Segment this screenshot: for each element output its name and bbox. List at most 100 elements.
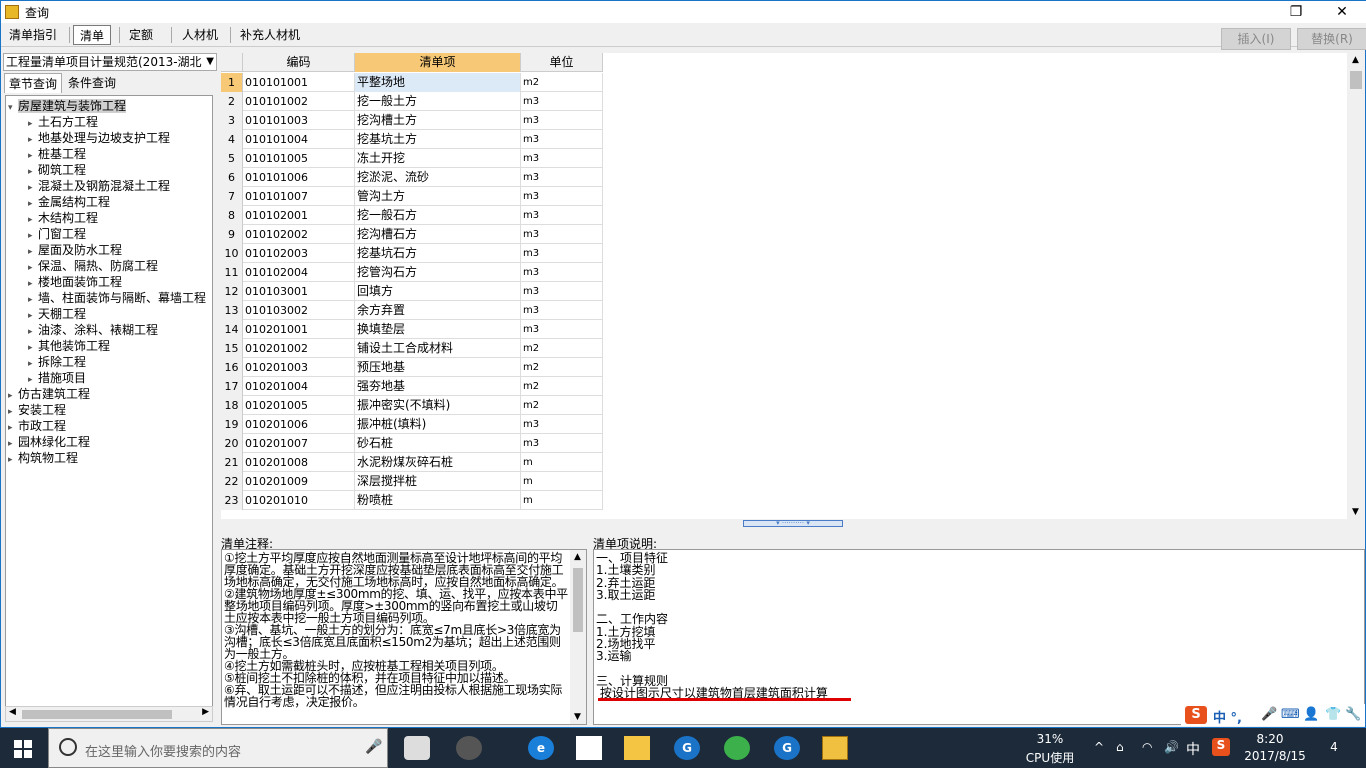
windows-start-icon[interactable] (14, 740, 32, 758)
expand-down-icon[interactable]: ▾ (8, 100, 18, 116)
app-icon-spiral[interactable] (456, 736, 482, 760)
user-icon[interactable]: 👤 (1303, 707, 1319, 722)
table-row[interactable]: 4 010101004 挖基坑土方 m3 (221, 130, 603, 149)
edge-browser-icon[interactable]: e (528, 736, 554, 760)
task-view-icon[interactable] (404, 736, 430, 760)
tab-rencaiji[interactable]: 人材机 (176, 25, 224, 45)
table-row[interactable]: 17 010201004 强夯地基 m2 (221, 377, 603, 396)
scroll-down-icon[interactable]: ▼ (574, 712, 581, 722)
panel-splitter-handle[interactable]: ▾ ·········· ▾ (743, 520, 843, 527)
table-row[interactable]: 7 010101007 管沟土方 m3 (221, 187, 603, 206)
scroll-down-icon[interactable]: ▼ (1352, 507, 1359, 517)
table-row[interactable]: 22 010201009 深层搅拌桩 m (221, 472, 603, 491)
wrench-icon[interactable]: 🔧 (1345, 707, 1361, 722)
table-row[interactable]: 13 010103002 余方弃置 m3 (221, 301, 603, 320)
table-row[interactable]: 12 010103001 回填方 m3 (221, 282, 603, 301)
scroll-up-icon[interactable]: ▲ (574, 552, 581, 562)
green-app-icon[interactable] (724, 736, 750, 760)
tree-node[interactable]: ▸ 安装工程 (8, 402, 66, 418)
table-row[interactable]: 6 010101006 挖淤泥、流砂 m3 (221, 168, 603, 187)
scroll-up-icon[interactable]: ▲ (1352, 55, 1359, 65)
ime-mode-text[interactable]: 中 °, (1213, 707, 1242, 726)
tree-node[interactable]: ▸ 措施项目 (28, 370, 86, 386)
tree-node[interactable]: ▸ 土石方工程 (28, 114, 98, 130)
table-row[interactable]: 10 010102003 挖基坑石方 m3 (221, 244, 603, 263)
tree-node[interactable]: ▸ 墙、柱面装饰与隔断、幕墙工程 (28, 290, 206, 306)
table-row[interactable]: 20 010201007 砂石桩 m3 (221, 434, 603, 453)
tree-node[interactable]: ▸ 金属结构工程 (28, 194, 110, 210)
glodon-g-icon-2[interactable]: G (774, 736, 800, 760)
tree-node[interactable]: ▸ 木结构工程 (28, 210, 98, 226)
volume-icon[interactable]: 🔊 (1164, 740, 1179, 754)
tree-node[interactable]: ▸ 地基处理与边坡支护工程 (28, 130, 170, 146)
tree-node[interactable]: ▸ 门窗工程 (28, 226, 86, 242)
tab-chapter-query[interactable]: 章节查询 (4, 73, 63, 93)
sogou-tray-icon[interactable]: S (1212, 738, 1230, 756)
input-language[interactable]: 中 (1186, 739, 1200, 759)
network-icon[interactable]: ⌂ (1116, 740, 1124, 754)
table-row[interactable]: 3 010101003 挖沟槽土方 m3 (221, 111, 603, 130)
expand-right-icon[interactable]: ▸ (8, 452, 18, 468)
replace-button[interactable]: 替换(R) (1297, 28, 1366, 50)
notification-count[interactable]: 4 (1322, 740, 1346, 754)
tree-node[interactable]: ▾ 房屋建筑与装饰工程 (8, 98, 127, 116)
table-row[interactable]: 19 010201006 振冲桩(填料) m3 (221, 415, 603, 434)
tree-node[interactable]: ▸ 拆除工程 (28, 354, 86, 370)
scroll-thumb[interactable] (22, 710, 172, 719)
file-explorer-icon[interactable] (624, 736, 650, 760)
spec-select[interactable]: 工程量清单项目计量规范(2013-湖北 ▼ (3, 53, 217, 71)
grid-header-unit[interactable]: 单位 (521, 53, 603, 72)
grid-header-item[interactable]: 清单项 (355, 53, 521, 72)
glodon-g-icon[interactable]: G (674, 736, 700, 760)
tab-condition-query[interactable]: 条件查询 (64, 73, 120, 93)
table-row[interactable]: 11 010102004 挖管沟石方 m3 (221, 263, 603, 282)
notes-vertical-scrollbar[interactable]: ▲ ▼ (570, 550, 586, 724)
sogou-icon[interactable]: S (1185, 706, 1207, 724)
restore-button[interactable]: ❐ (1273, 1, 1319, 23)
tree-node[interactable]: ▸ 保温、隔热、防腐工程 (28, 258, 158, 274)
tab-buchong-rencaiji[interactable]: 补充人材机 (234, 25, 306, 45)
table-row[interactable]: 8 010102001 挖一般石方 m3 (221, 206, 603, 225)
query-app-icon[interactable] (822, 736, 848, 760)
tab-dinge[interactable]: 定额 (123, 25, 159, 45)
tree-node[interactable]: ▸ 屋面及防水工程 (28, 242, 122, 258)
tree-node[interactable]: ▸ 桩基工程 (28, 146, 86, 162)
tree-node[interactable]: ▸ 构筑物工程 (8, 450, 78, 466)
table-row[interactable]: 23 010201010 粉喷桩 m (221, 491, 603, 510)
taskbar-search-box[interactable]: 在这里输入你要搜索的内容 🎤 (48, 728, 388, 768)
tree-node[interactable]: ▸ 油漆、涂料、裱糊工程 (28, 322, 158, 338)
tree-node[interactable]: ▸ 园林绿化工程 (8, 434, 90, 450)
insert-button[interactable]: 插入(I) (1221, 28, 1291, 50)
tree-node[interactable]: ▸ 市政工程 (8, 418, 66, 434)
table-row[interactable]: 18 010201005 振冲密实(不填料) m2 (221, 396, 603, 415)
wifi-icon[interactable]: ◠ (1142, 740, 1152, 754)
table-row[interactable]: 9 010102002 挖沟槽石方 m3 (221, 225, 603, 244)
skin-icon[interactable]: 👕 (1325, 707, 1341, 722)
tree-node[interactable]: ▸ 楼地面装饰工程 (28, 274, 122, 290)
close-button[interactable]: ✕ (1319, 1, 1365, 23)
chevron-up-icon[interactable]: ^ (1094, 740, 1104, 754)
table-row[interactable]: 16 010201003 预压地基 m2 (221, 358, 603, 377)
scroll-thumb[interactable] (1350, 71, 1362, 89)
tree-node[interactable]: ▸ 混凝土及钢筋混凝土工程 (28, 178, 170, 194)
store-icon[interactable] (576, 736, 602, 760)
table-row[interactable]: 21 010201008 水泥粉煤灰碎石桩 m (221, 453, 603, 472)
tree-node[interactable]: ▸ 仿古建筑工程 (8, 386, 90, 402)
table-row[interactable]: 1 010101001 平整场地 m2 (221, 73, 603, 92)
table-row[interactable]: 2 010101002 挖一般土方 m3 (221, 92, 603, 111)
tab-qingdan-zhiyin[interactable]: 清单指引 (3, 25, 63, 45)
tab-qingdan[interactable]: 清单 (73, 25, 112, 45)
tree-node[interactable]: ▸ 其他装饰工程 (28, 338, 110, 354)
tree-horizontal-scrollbar[interactable]: ◀ ▶ (5, 706, 213, 722)
microphone-icon[interactable]: 🎤 (365, 739, 382, 755)
table-row[interactable]: 5 010101005 冻土开挖 m3 (221, 149, 603, 168)
tree-node[interactable]: ▸ 天棚工程 (28, 306, 86, 322)
scroll-left-icon[interactable]: ◀ (9, 707, 16, 717)
table-row[interactable]: 15 010201002 铺设土工合成材料 m2 (221, 339, 603, 358)
grid-vertical-scrollbar[interactable]: ▲ ▼ (1347, 53, 1365, 519)
microphone-icon[interactable]: 🎤 (1261, 707, 1277, 722)
scroll-right-icon[interactable]: ▶ (202, 707, 209, 717)
table-row[interactable]: 14 010201001 换填垫层 m3 (221, 320, 603, 339)
keyboard-icon[interactable]: ⌨ (1281, 707, 1300, 722)
scroll-thumb[interactable] (573, 568, 583, 632)
